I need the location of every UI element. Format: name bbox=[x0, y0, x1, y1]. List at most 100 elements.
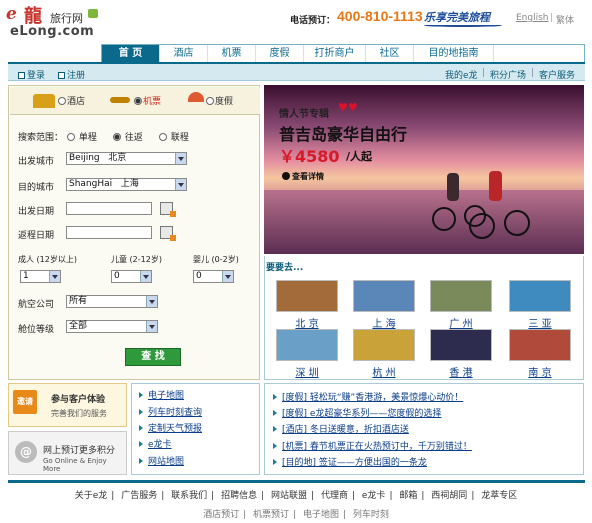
child-select[interactable]: 0 bbox=[111, 270, 152, 283]
destination-name[interactable]: 深 圳 bbox=[276, 364, 338, 379]
destination-card[interactable]: 香 港 bbox=[430, 329, 492, 379]
footer-link[interactable]: 机票预订 bbox=[253, 510, 289, 520]
invite-badge-icon: 邀请 bbox=[13, 390, 37, 414]
news-item[interactable]: [目的地] 签证——方便出国的一条龙 bbox=[273, 455, 427, 468]
nav-destination-guide[interactable]: 目的地指南 bbox=[414, 45, 494, 62]
nav-flight[interactable]: 机票 bbox=[208, 45, 256, 62]
scope-oneway[interactable]: 单程 bbox=[67, 130, 97, 143]
bicycle-wheel bbox=[469, 213, 495, 239]
destination-photo[interactable] bbox=[353, 329, 415, 361]
scope-multi[interactable]: 联程 bbox=[159, 130, 189, 143]
destination-name[interactable]: 香 港 bbox=[430, 364, 492, 379]
footer-link[interactable]: 代理商 bbox=[321, 491, 348, 501]
online-points-title: 网上预订更多积分 bbox=[43, 446, 116, 456]
at-sign-icon: @ bbox=[15, 441, 37, 463]
airline-select[interactable]: 所有 bbox=[66, 295, 158, 308]
destination-photo[interactable] bbox=[430, 280, 492, 312]
login-link[interactable]: 登录 bbox=[18, 68, 45, 81]
news-item[interactable]: [度假] 轻松玩“赚”香港游，美景惊爆心动价！ bbox=[273, 390, 463, 403]
destination-photo[interactable] bbox=[353, 280, 415, 312]
search-button[interactable]: 查 找 bbox=[125, 348, 181, 366]
customer-service-link[interactable]: 客户服务 bbox=[539, 68, 575, 81]
footer-link[interactable]: 西祠胡同 bbox=[431, 491, 467, 501]
destination-card[interactable]: 北 京 bbox=[276, 280, 338, 330]
online-points-promo[interactable]: @ 网上预订更多积分 Go Online & Enjoy More bbox=[8, 431, 127, 475]
adult-label: 成人 (12岁以上) bbox=[18, 255, 77, 264]
logo-flag-icon bbox=[88, 9, 98, 18]
quick-link-label: 列车时刻查询 bbox=[148, 408, 203, 418]
survey-promo[interactable]: 邀请 参与客户体验 完善我们的服务 bbox=[8, 383, 127, 427]
news-item-label: [酒店] 冬日送暖意，折扣酒店送 bbox=[282, 425, 409, 435]
destination-photo[interactable] bbox=[276, 280, 338, 312]
adult-select[interactable]: 1 bbox=[20, 270, 61, 283]
news-item[interactable]: [酒店] 冬日送暖意，折扣酒店送 bbox=[273, 422, 409, 435]
search-type-tabs: 酒店 机票 度假 bbox=[10, 87, 260, 115]
destination-name[interactable]: 广 州 bbox=[430, 315, 492, 330]
destination-name[interactable]: 北 京 bbox=[276, 315, 338, 330]
news-item[interactable]: [机票] 春节机票正在火热预订中，千万别错过！ bbox=[273, 439, 472, 452]
destination-photo[interactable] bbox=[509, 280, 571, 312]
destination-card[interactable]: 深 圳 bbox=[276, 329, 338, 379]
destination-card[interactable]: 广 州 bbox=[430, 280, 492, 330]
quick-link[interactable]: 电子地图 bbox=[139, 388, 184, 401]
footer-link[interactable]: 广告服务 bbox=[121, 491, 157, 501]
footer-link[interactable]: 招聘信息 bbox=[221, 491, 257, 501]
calendar-icon[interactable] bbox=[160, 202, 176, 217]
nav-hotel[interactable]: 酒店 bbox=[160, 45, 208, 62]
footer-link[interactable]: 龙萃专区 bbox=[481, 491, 517, 501]
footer-link[interactable]: 关于e龙 bbox=[75, 491, 108, 501]
destination-name[interactable]: 杭 州 bbox=[353, 364, 415, 379]
destination-name[interactable]: 上 海 bbox=[353, 315, 415, 330]
footer-link[interactable]: 电子地图 bbox=[303, 510, 339, 520]
nav-community[interactable]: 社区 bbox=[366, 45, 414, 62]
nav-discount[interactable]: 打折商户 bbox=[304, 45, 366, 62]
destination-photo[interactable] bbox=[430, 329, 492, 361]
destination-card[interactable]: 上 海 bbox=[353, 280, 415, 330]
destination-photo[interactable] bbox=[276, 329, 338, 361]
nav-vacation[interactable]: 度假 bbox=[256, 45, 304, 62]
cabin-select[interactable]: 全部 bbox=[66, 320, 158, 333]
news-item[interactable]: [度假] e龙超豪华系列——您度假的选择 bbox=[273, 406, 441, 419]
destination-photo[interactable] bbox=[509, 329, 571, 361]
quick-link[interactable]: e龙卡 bbox=[139, 437, 172, 450]
english-link[interactable]: English bbox=[516, 13, 549, 23]
footer-link[interactable]: 邮箱 bbox=[399, 491, 417, 501]
depart-city-select[interactable]: Beijing 北京 bbox=[66, 152, 187, 165]
depart-date-label: 出发日期 bbox=[18, 207, 55, 217]
nav-home[interactable]: 首 页 bbox=[102, 45, 160, 62]
destination-card[interactable]: 杭 州 bbox=[353, 329, 415, 379]
quick-link[interactable]: 列车时刻查询 bbox=[139, 405, 202, 418]
footer-link[interactable]: 联系我们 bbox=[171, 491, 207, 501]
points-link[interactable]: 积分广场 bbox=[490, 68, 526, 81]
footer-link[interactable]: e龙卡 bbox=[362, 491, 386, 501]
tab-flight[interactable]: 机票 bbox=[134, 94, 161, 107]
destination-name[interactable]: 南 京 bbox=[509, 364, 571, 379]
infant-select[interactable]: 0 bbox=[193, 270, 234, 283]
cyclist-silhouette bbox=[447, 173, 459, 201]
quick-link[interactable]: 网站地图 bbox=[139, 454, 184, 467]
destination-card[interactable]: 三 亚 bbox=[509, 280, 571, 330]
register-link[interactable]: 注册 bbox=[58, 68, 85, 81]
footer-sep: | bbox=[342, 510, 347, 520]
logo-e: e bbox=[6, 4, 17, 24]
scope-roundtrip[interactable]: 往返 bbox=[113, 130, 143, 143]
traditional-chinese-link[interactable]: 繁体 bbox=[556, 13, 574, 26]
calendar-icon[interactable] bbox=[160, 226, 176, 241]
arrive-city-select[interactable]: ShangHai 上海 bbox=[66, 178, 187, 191]
footer-link[interactable]: 列车时刻 bbox=[353, 510, 389, 520]
bullet-arrow-icon bbox=[273, 426, 280, 432]
return-date-input[interactable] bbox=[66, 226, 152, 239]
tab-hotel[interactable]: 酒店 bbox=[58, 94, 85, 107]
banner-more-link[interactable]: 查看详情 bbox=[282, 171, 324, 182]
dropdown-arrow-icon bbox=[49, 271, 60, 282]
footer-link[interactable]: 酒店预订 bbox=[203, 510, 239, 520]
quick-link[interactable]: 定制天气预报 bbox=[139, 421, 202, 434]
destination-name[interactable]: 三 亚 bbox=[509, 315, 571, 330]
logo-url[interactable]: eLong.com bbox=[10, 24, 94, 39]
my-elong-link[interactable]: 我的e龙 bbox=[445, 68, 478, 81]
footer-link[interactable]: 网站联盟 bbox=[271, 491, 307, 501]
destination-card[interactable]: 南 京 bbox=[509, 329, 571, 379]
tab-vacation[interactable]: 度假 bbox=[206, 94, 233, 107]
depart-date-input[interactable] bbox=[66, 202, 152, 215]
promo-banner[interactable]: 情人节专辑 ♥♥ 普吉岛豪华自由行 ￥4580 /人起 查看详情 bbox=[264, 85, 584, 254]
